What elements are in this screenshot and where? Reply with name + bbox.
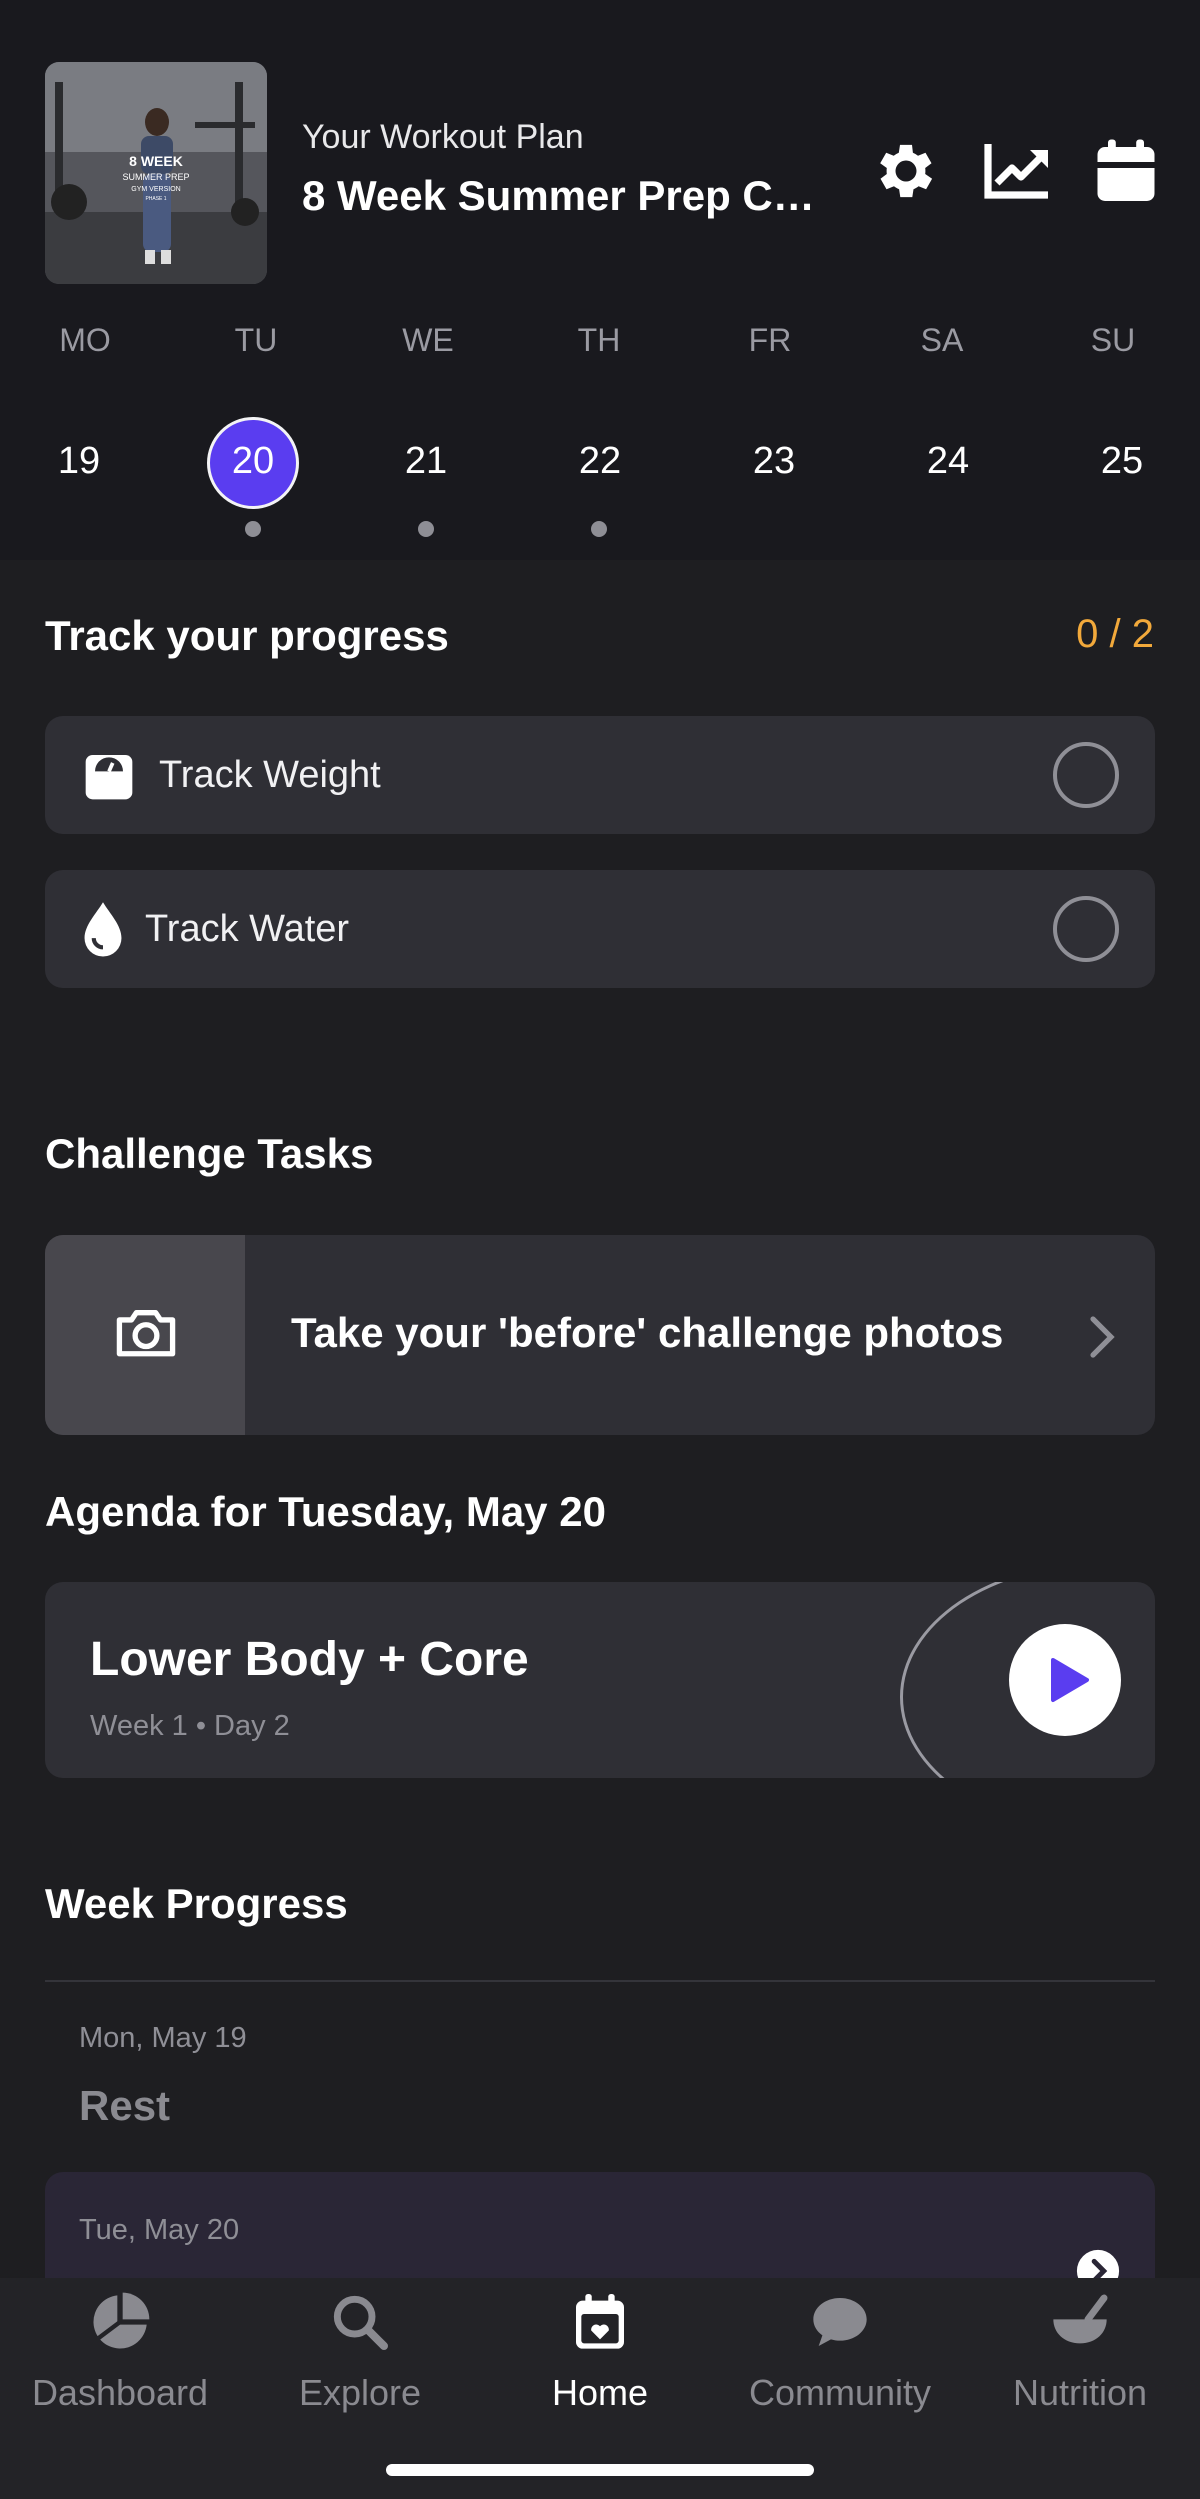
day-22-dot xyxy=(591,521,607,537)
week-progress-date-tue: Tue, May 20 xyxy=(79,2214,240,2246)
day-label-mo: MO xyxy=(59,322,111,358)
mortar-bowl-icon xyxy=(1048,2290,1112,2354)
day-19[interactable]: 19 xyxy=(29,440,129,483)
divider xyxy=(45,1980,1155,1982)
task-icon-panel xyxy=(45,1235,245,1435)
day-21-dot xyxy=(418,521,434,537)
plan-thumbnail[interactable]: 8 WEEK SUMMER PREP GYM VERSION PHASE 1 xyxy=(45,62,267,284)
day-label-we: WE xyxy=(402,322,454,358)
track-water-label: Track Water xyxy=(145,908,350,950)
home-indicator[interactable] xyxy=(386,2464,814,2476)
workout-subtitle: Week 1 • Day 2 xyxy=(90,1710,290,1742)
before-photos-task[interactable]: Take your 'before' challenge photos xyxy=(45,1235,1155,1435)
play-button[interactable] xyxy=(1009,1624,1121,1736)
water-drop-icon xyxy=(79,900,127,965)
nav-dashboard[interactable]: Dashboard xyxy=(0,2278,240,2428)
task-label: Take your 'before' challenge photos xyxy=(291,1309,1004,1356)
workout-title: Lower Body + Core xyxy=(90,1633,529,1686)
track-water-checkbox[interactable] xyxy=(1053,896,1119,962)
day-label-sa: SA xyxy=(920,322,964,358)
week-progress-date-mon: Mon, May 19 xyxy=(79,2022,247,2054)
day-22[interactable]: 22 xyxy=(550,440,650,483)
nav-nutrition-label: Nutrition xyxy=(1012,2372,1148,2413)
plan-subtitle: Your Workout Plan xyxy=(302,118,584,156)
track-progress-title: Track your progress xyxy=(45,612,449,659)
day-23[interactable]: 23 xyxy=(724,440,824,483)
day-label-tu: TU xyxy=(234,322,278,358)
header: 8 WEEK SUMMER PREP GYM VERSION PHASE 1 Y… xyxy=(0,0,1200,560)
day-20[interactable]: 20 xyxy=(203,440,303,483)
day-label-th: TH xyxy=(577,322,621,358)
day-25[interactable]: 25 xyxy=(1072,440,1172,483)
nav-dashboard-label: Dashboard xyxy=(31,2372,209,2413)
track-water-card[interactable]: Track Water xyxy=(45,870,1155,988)
day-20-dot xyxy=(245,521,261,537)
week-progress-title: Week Progress xyxy=(45,1880,348,1927)
nav-explore[interactable]: Explore xyxy=(240,2278,480,2428)
agenda-title: Agenda for Tuesday, May 20 xyxy=(45,1488,606,1535)
scale-icon xyxy=(81,748,137,809)
calendar-icon[interactable] xyxy=(1090,135,1162,207)
camera-icon xyxy=(111,1303,181,1366)
thumb-text-3: GYM VERSION xyxy=(131,186,180,193)
day-label-su: SU xyxy=(1090,322,1136,358)
chevron-right-icon xyxy=(1089,1315,1115,1364)
thumb-text-1: 8 WEEK xyxy=(129,153,183,169)
track-weight-label: Track Weight xyxy=(159,754,381,796)
nav-nutrition[interactable]: Nutrition xyxy=(960,2278,1200,2428)
chat-bubble-icon xyxy=(808,2290,872,2354)
day-21[interactable]: 21 xyxy=(376,440,476,483)
progress-count: 0 / 2 xyxy=(1076,612,1154,656)
calendar-heart-icon xyxy=(568,2290,632,2354)
track-weight-checkbox[interactable] xyxy=(1053,742,1119,808)
day-label-fr: FR xyxy=(748,322,792,358)
challenge-tasks-title: Challenge Tasks xyxy=(45,1130,374,1177)
nav-community[interactable]: Community xyxy=(720,2278,960,2428)
gear-icon[interactable] xyxy=(870,135,942,207)
nav-community-label: Community xyxy=(748,2372,932,2413)
thumb-text-2: SUMMER PREP xyxy=(122,172,189,182)
track-weight-card[interactable]: Track Weight xyxy=(45,716,1155,834)
day-24[interactable]: 24 xyxy=(898,440,998,483)
week-progress-rest: Rest xyxy=(79,2082,171,2129)
chart-icon[interactable] xyxy=(982,135,1054,207)
nav-home-label: Home xyxy=(551,2372,649,2413)
play-icon xyxy=(1049,1656,1091,1709)
search-icon xyxy=(328,2290,392,2354)
nav-explore-label: Explore xyxy=(298,2372,422,2413)
nav-home[interactable]: Home xyxy=(480,2278,720,2428)
plan-title[interactable]: 8 Week Summer Prep Ch… xyxy=(302,172,832,220)
thumb-text-4: PHASE 1 xyxy=(145,196,166,202)
pie-chart-icon xyxy=(88,2290,152,2354)
workout-card[interactable]: Lower Body + Core Week 1 • Day 2 xyxy=(45,1582,1155,1778)
